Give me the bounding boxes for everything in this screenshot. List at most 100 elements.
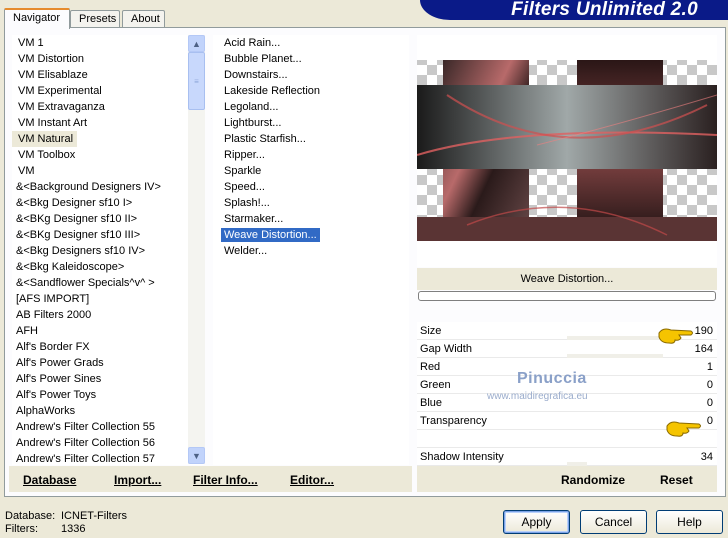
filter-list[interactable]: Acid Rain... Bubble Planet... Downstairs..… [213, 35, 409, 465]
chevron-up-icon: ▲ [192, 38, 201, 49]
apply-button[interactable]: Apply [503, 510, 570, 534]
param-value: 1 [706, 361, 713, 373]
filter-item[interactable]: Ripper... [213, 147, 409, 163]
category-item-label: &<BKg Designer sf10 II> [16, 213, 138, 225]
filter-item-label: Lakeside Reflection [224, 85, 321, 97]
editor-button[interactable]: Editor... [290, 473, 334, 487]
category-item[interactable]: VM [12, 163, 204, 179]
scroll-thumb[interactable]: ≡ [188, 52, 205, 110]
category-item-label: &<BKg Designer sf10 III> [16, 229, 141, 241]
category-item[interactable]: &<Bkg Designer sf10 I> [12, 195, 204, 211]
pointing-hand-icon [658, 328, 693, 344]
category-scrollbar[interactable]: ▲ ≡ ▼ [188, 35, 205, 464]
category-item[interactable]: AlphaWorks [12, 403, 204, 419]
category-item-label: VM Distortion [18, 53, 85, 65]
filter-item[interactable]: Downstairs... [213, 67, 409, 83]
category-item[interactable]: Alf's Border FX [12, 339, 204, 355]
category-item[interactable]: VM Natural [12, 131, 204, 147]
database-value: ICNET-Filters [61, 510, 127, 522]
category-item[interactable]: Andrew's Filter Collection 56 [12, 435, 204, 451]
filter-item-label: Acid Rain... [224, 37, 281, 49]
category-item-label: VM [18, 165, 35, 177]
category-item[interactable]: &<Bkg Designers sf10 IV> [12, 243, 204, 259]
tab-navigator[interactable]: Navigator [4, 8, 70, 29]
help-button[interactable]: Help [656, 510, 723, 534]
filter-item-label: Legoland... [224, 101, 279, 113]
filter-item-label: Bubble Planet... [224, 53, 302, 65]
filter-item[interactable]: Acid Rain... [213, 35, 409, 51]
param-slider[interactable] [567, 448, 717, 466]
filter-item[interactable]: Sparkle [213, 163, 409, 179]
category-item-label: VM Natural [12, 131, 78, 147]
category-item[interactable]: VM 1 [12, 35, 204, 51]
param-value: 0 [706, 415, 713, 427]
category-item[interactable]: Andrew's Filter Collection 55 [12, 419, 204, 435]
filter-item[interactable]: Starmaker... [213, 211, 409, 227]
reset-button[interactable]: Reset [660, 473, 693, 487]
import-button[interactable]: Import... [114, 473, 161, 487]
filter-item[interactable]: Legoland... [213, 99, 409, 115]
category-item[interactable]: Alf's Power Grads [12, 355, 204, 371]
filter-item[interactable]: Speed... [213, 179, 409, 195]
param-slider[interactable] [567, 394, 717, 412]
filter-item-label: Downstairs... [224, 69, 288, 81]
category-item-label: &<Sandflower Specials^v^ > [16, 277, 155, 289]
filter-item[interactable]: Bubble Planet... [213, 51, 409, 67]
filter-item-label: Sparkle [224, 165, 262, 177]
watermark-url: www.maidiregrafica.eu [487, 391, 588, 402]
filter-item[interactable]: Weave Distortion... [213, 227, 409, 243]
category-item[interactable]: &<Background Designers IV> [12, 179, 204, 195]
category-item[interactable]: Alf's Power Sines [12, 371, 204, 387]
database-button[interactable]: Database [23, 473, 76, 487]
category-item-label: [AFS IMPORT] [16, 293, 90, 305]
category-item[interactable]: VM Experimental [12, 83, 204, 99]
category-item-label: VM Extravaganza [18, 101, 105, 113]
category-item[interactable]: Alf's Power Toys [12, 387, 204, 403]
category-item[interactable]: VM Extravaganza [12, 99, 204, 115]
category-item[interactable]: VM Instant Art [12, 115, 204, 131]
filter-item[interactable]: Lakeside Reflection [213, 83, 409, 99]
scroll-up-button[interactable]: ▲ [188, 35, 205, 52]
randomize-button[interactable]: Randomize [561, 473, 625, 487]
category-item[interactable]: AFH [12, 323, 204, 339]
category-item[interactable]: VM Toolbox [12, 147, 204, 163]
category-item[interactable]: AB Filters 2000 [12, 307, 204, 323]
category-item[interactable]: &<Bkg Kaleidoscope> [12, 259, 204, 275]
param-value: 0 [706, 379, 713, 391]
tab-about[interactable]: About [122, 10, 165, 28]
category-item[interactable]: [AFS IMPORT] [12, 291, 204, 307]
tab-presets[interactable]: Presets [70, 10, 120, 28]
category-list[interactable]: VM 1 VM Distortion VM Elisablaze VM Experim… [12, 35, 204, 465]
cancel-button[interactable]: Cancel [580, 510, 647, 534]
pointing-hand-icon [666, 421, 701, 437]
param-label: Gap Width [420, 343, 472, 355]
filter-info-button[interactable]: Filter Info... [193, 473, 258, 487]
title-banner: Filters Unlimited 2.0 [420, 0, 728, 20]
category-item-label: VM Elisablaze [18, 69, 88, 81]
category-item-label: VM Toolbox [18, 149, 76, 161]
category-item[interactable]: &<BKg Designer sf10 III> [12, 227, 204, 243]
scroll-down-button[interactable]: ▼ [188, 447, 205, 464]
param-label: Size [420, 325, 442, 337]
param-slider[interactable] [567, 376, 717, 394]
filter-item[interactable]: Plastic Starfish... [213, 131, 409, 147]
category-item[interactable]: VM Distortion [12, 51, 204, 67]
filter-item-label: Starmaker... [224, 213, 284, 225]
category-item-label: &<Bkg Kaleidoscope> [16, 261, 125, 273]
filter-item-label: Plastic Starfish... [224, 133, 306, 145]
category-item-label: VM Experimental [18, 85, 102, 97]
param-slider[interactable] [567, 358, 717, 376]
category-item-label: Andrew's Filter Collection 56 [16, 437, 156, 449]
filter-item[interactable]: Lightburst... [213, 115, 409, 131]
category-item[interactable]: Andrew's Filter Collection 57 [12, 451, 204, 465]
category-item[interactable]: &<BKg Designer sf10 II> [12, 211, 204, 227]
category-item-label: AB Filters 2000 [16, 309, 92, 321]
category-item[interactable]: VM Elisablaze [12, 67, 204, 83]
param-row[interactable]: Shadow Intensity 34 [417, 448, 717, 466]
category-item-label: Andrew's Filter Collection 57 [16, 453, 156, 465]
selected-filter-name: Weave Distortion... [417, 268, 717, 290]
param-label: Transparency [420, 415, 487, 427]
category-item[interactable]: &<Sandflower Specials^v^ > [12, 275, 204, 291]
filter-item[interactable]: Welder... [213, 243, 409, 259]
filter-item[interactable]: Splash!... [213, 195, 409, 211]
